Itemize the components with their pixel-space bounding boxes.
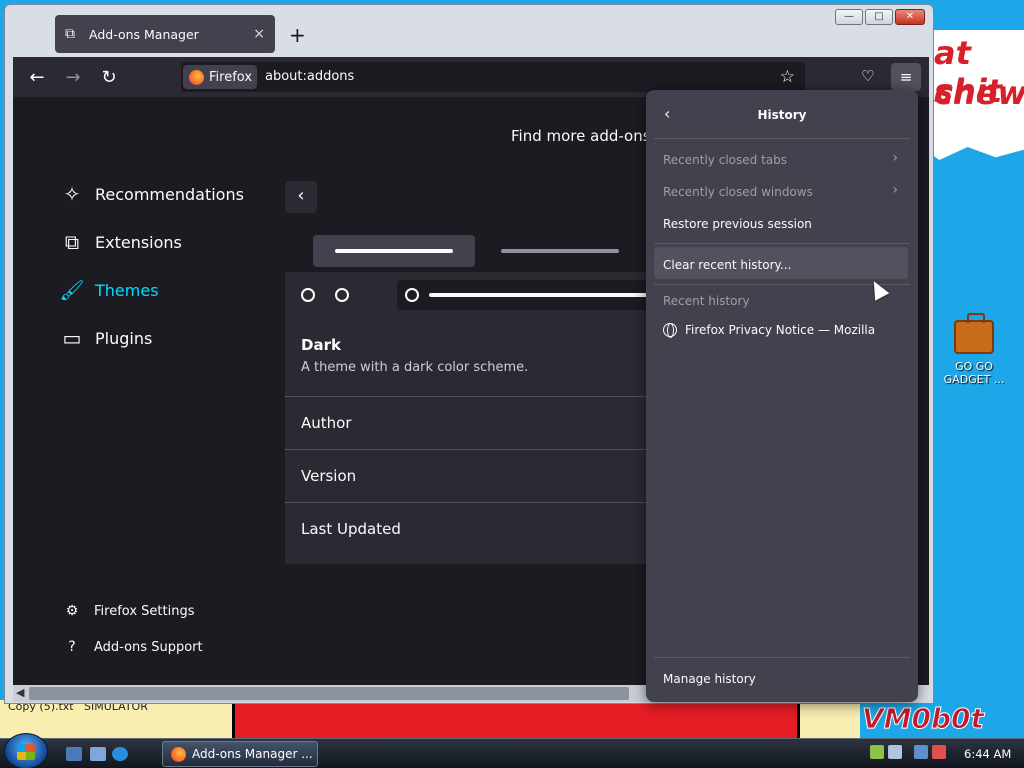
- bookmark-star-icon[interactable]: ☆: [780, 67, 795, 87]
- preview-dot-icon: [301, 288, 315, 302]
- wallpaper-text-line2: chew: [934, 74, 1024, 112]
- restore-session-item[interactable]: Restore previous session: [663, 217, 812, 231]
- scroll-left-icon[interactable]: ◀: [16, 686, 24, 699]
- new-tab-button[interactable]: +: [289, 23, 306, 47]
- system-tray: [870, 745, 946, 759]
- firefox-logo-icon: [189, 69, 204, 85]
- find-more-label: Find more add-ons: [511, 127, 651, 145]
- detail-row-last-updated: Last Updated: [285, 502, 665, 555]
- window-controls: — □ ✕: [835, 9, 925, 25]
- recent-history-heading: Recent history: [663, 294, 750, 308]
- sparkle-icon: ✧: [63, 182, 81, 206]
- tray-icon[interactable]: [870, 745, 884, 759]
- identity-box[interactable]: Firefox: [183, 65, 257, 89]
- theme-detail-card: Dark A theme with a dark color scheme. A…: [285, 217, 669, 564]
- clear-recent-history-item[interactable]: Clear recent history...: [663, 258, 791, 272]
- panel-separator: [654, 138, 910, 139]
- minimize-button[interactable]: —: [835, 9, 863, 25]
- pocket-icon[interactable]: ♡: [861, 67, 874, 85]
- show-desktop-icon[interactable]: [66, 747, 82, 761]
- recently-closed-tabs-item[interactable]: Recently closed tabs: [663, 153, 787, 167]
- close-tab-icon[interactable]: ×: [253, 26, 265, 42]
- category-label: Extensions: [95, 232, 182, 252]
- maximize-button[interactable]: □: [865, 9, 893, 25]
- detail-row-author: Author: [285, 396, 665, 449]
- taskbar-clock[interactable]: 6:44 AM: [964, 747, 1011, 761]
- start-button[interactable]: [4, 733, 48, 768]
- puzzle-icon: ⧉: [64, 230, 80, 254]
- history-panel: ‹ History Recently closed tabs › Recentl…: [646, 90, 918, 702]
- plugin-icon: ▭: [62, 326, 82, 350]
- volume-muted-icon[interactable]: [932, 745, 946, 759]
- reload-button[interactable]: ↻: [99, 67, 119, 88]
- category-label: Plugins: [95, 328, 153, 348]
- footer-link-label: Firefox Settings: [94, 603, 195, 619]
- desktop-icon-label: GO GO GADGET ...: [943, 360, 1005, 386]
- preview-line: [429, 293, 669, 297]
- tab-title: Add-ons Manager: [89, 26, 199, 42]
- scrollbar-thumb[interactable]: [29, 687, 629, 700]
- close-window-button[interactable]: ✕: [895, 9, 925, 25]
- globe-icon: [663, 323, 677, 338]
- recent-history-item-label: Firefox Privacy Notice — Mozilla: [685, 323, 876, 337]
- detail-row-version: Version: [285, 449, 665, 502]
- firefox-logo-icon: [171, 746, 186, 762]
- url-text[interactable]: about:addons: [265, 69, 354, 84]
- category-label: Themes: [95, 280, 159, 300]
- panel-separator: [654, 243, 910, 244]
- chevron-right-icon: ›: [892, 182, 898, 198]
- theme-name: Dark: [301, 336, 341, 354]
- preview-urlbar: [397, 280, 669, 310]
- recent-history-item[interactable]: Firefox Privacy Notice — Mozilla: [663, 323, 876, 338]
- manage-history-item[interactable]: Manage history: [663, 672, 756, 686]
- taskbar-item-label: Add-ons Manager ...: [192, 747, 313, 761]
- recently-closed-windows-item[interactable]: Recently closed windows: [663, 185, 813, 199]
- addons-support-link[interactable]: ? Add-ons Support: [63, 639, 203, 655]
- preview-dot-icon: [335, 288, 349, 302]
- detail-back-button[interactable]: ‹: [285, 181, 317, 213]
- forward-button[interactable]: →: [63, 67, 83, 88]
- back-button[interactable]: ←: [27, 67, 47, 88]
- preview-dot-icon: [405, 288, 419, 302]
- taskbar: Add-ons Manager ... 6:44 AM: [0, 733, 1024, 768]
- panel-separator: [654, 657, 910, 658]
- theme-info: Dark A theme with a dark color scheme. A…: [285, 318, 665, 564]
- category-plugins[interactable]: ▭ Plugins: [59, 325, 153, 351]
- app-menu-button[interactable]: ≡: [891, 63, 921, 91]
- puzzle-icon: ⧉: [65, 26, 75, 42]
- taskbar-item-firefox[interactable]: Add-ons Manager ...: [162, 741, 318, 767]
- category-recommendations[interactable]: ✧ Recommendations: [59, 181, 244, 207]
- footer-link-label: Add-ons Support: [94, 639, 203, 655]
- internet-explorer-icon[interactable]: [112, 747, 128, 761]
- tray-icon[interactable]: [888, 745, 902, 759]
- switch-windows-icon[interactable]: [90, 747, 106, 761]
- category-label: Recommendations: [95, 184, 244, 204]
- horizontal-scrollbar[interactable]: ◀: [13, 685, 653, 702]
- gear-icon: ⚙: [65, 603, 79, 619]
- network-icon[interactable]: [914, 745, 928, 759]
- chevron-right-icon: ›: [892, 150, 898, 166]
- panel-title: History: [757, 108, 807, 122]
- briefcase-icon: [954, 313, 994, 354]
- wallpaper-red-block: [232, 704, 800, 740]
- paintbrush-icon: 🖌: [59, 278, 85, 302]
- preview-selector[interactable]: [501, 249, 619, 253]
- category-themes[interactable]: 🖌 Themes: [59, 277, 159, 303]
- identity-label: Firefox: [209, 69, 253, 85]
- firefox-settings-link[interactable]: ⚙ Firefox Settings: [63, 603, 195, 619]
- help-icon: ?: [68, 639, 76, 655]
- preview-selector-active[interactable]: [313, 235, 475, 267]
- theme-description: A theme with a dark color scheme.: [301, 360, 529, 375]
- url-bar[interactable]: Firefox about:addons ☆: [181, 62, 805, 92]
- desktop-icon-gadget[interactable]: GO GO GADGET ...: [938, 313, 1010, 386]
- theme-preview-bar: [285, 272, 669, 318]
- tab-addons-manager[interactable]: ⧉ Add-ons Manager ×: [55, 15, 275, 53]
- wallpaper-signature: VM0b0t: [862, 702, 985, 736]
- category-extensions[interactable]: ⧉ Extensions: [59, 229, 182, 255]
